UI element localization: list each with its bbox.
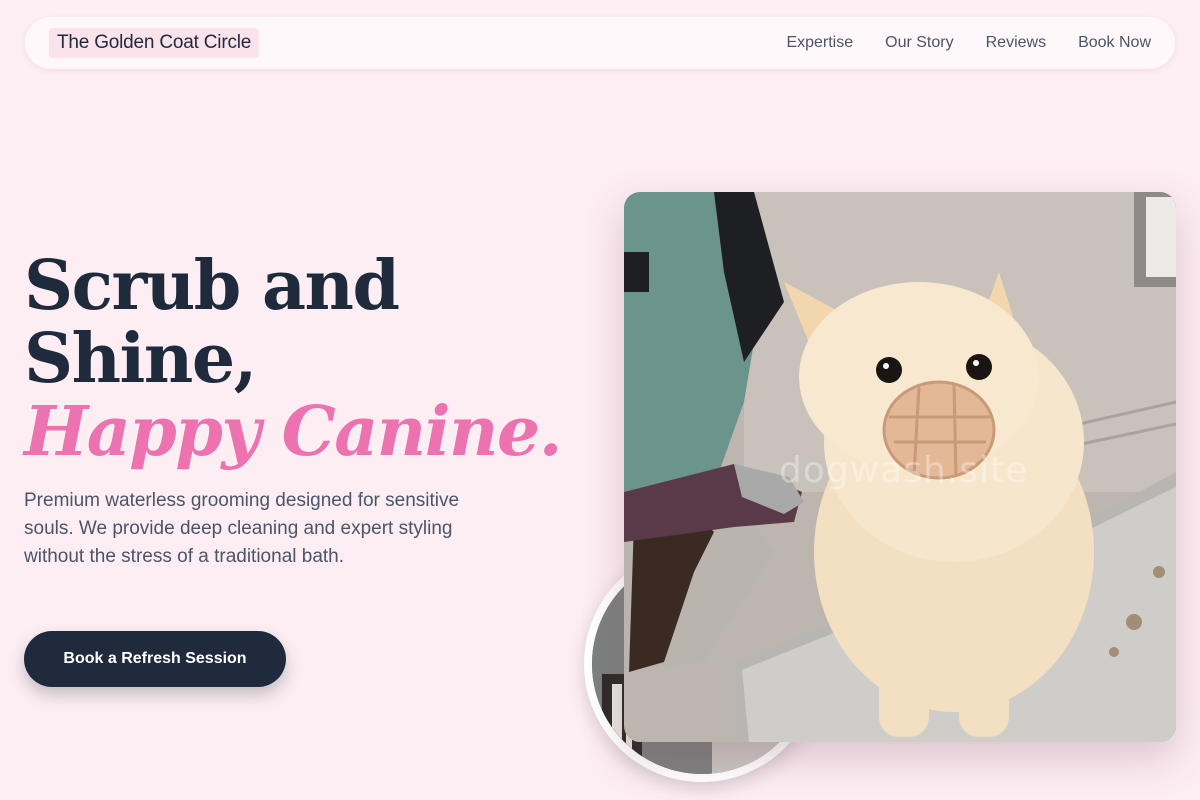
nav-link-expertise[interactable]: Expertise (786, 34, 853, 52)
nav-link-reviews[interactable]: Reviews (986, 34, 1046, 52)
nav-link-book-now[interactable]: Book Now (1078, 34, 1151, 52)
hero-title: Scrub and Shine, Happy Canine. (24, 250, 584, 469)
nav-link-our-story[interactable]: Our Story (885, 34, 953, 52)
book-session-button[interactable]: Book a Refresh Session (24, 631, 286, 687)
hero-subtitle: Premium waterless grooming designed for … (24, 490, 460, 567)
nav-links: Expertise Our Story Reviews Book Now (786, 34, 1151, 52)
hero-title-line2: Shine, (24, 319, 257, 399)
brand-logo[interactable]: The Golden Coat Circle (49, 28, 260, 58)
navbar: The Golden Coat Circle Expertise Our Sto… (25, 17, 1175, 69)
watermark: dogwash.site (779, 450, 1029, 491)
groomed-dog-photo: dogwash.site (624, 192, 1176, 742)
hero-title-accent: Happy Canine. (24, 392, 562, 472)
hero-title-line1: Scrub and (24, 246, 400, 326)
